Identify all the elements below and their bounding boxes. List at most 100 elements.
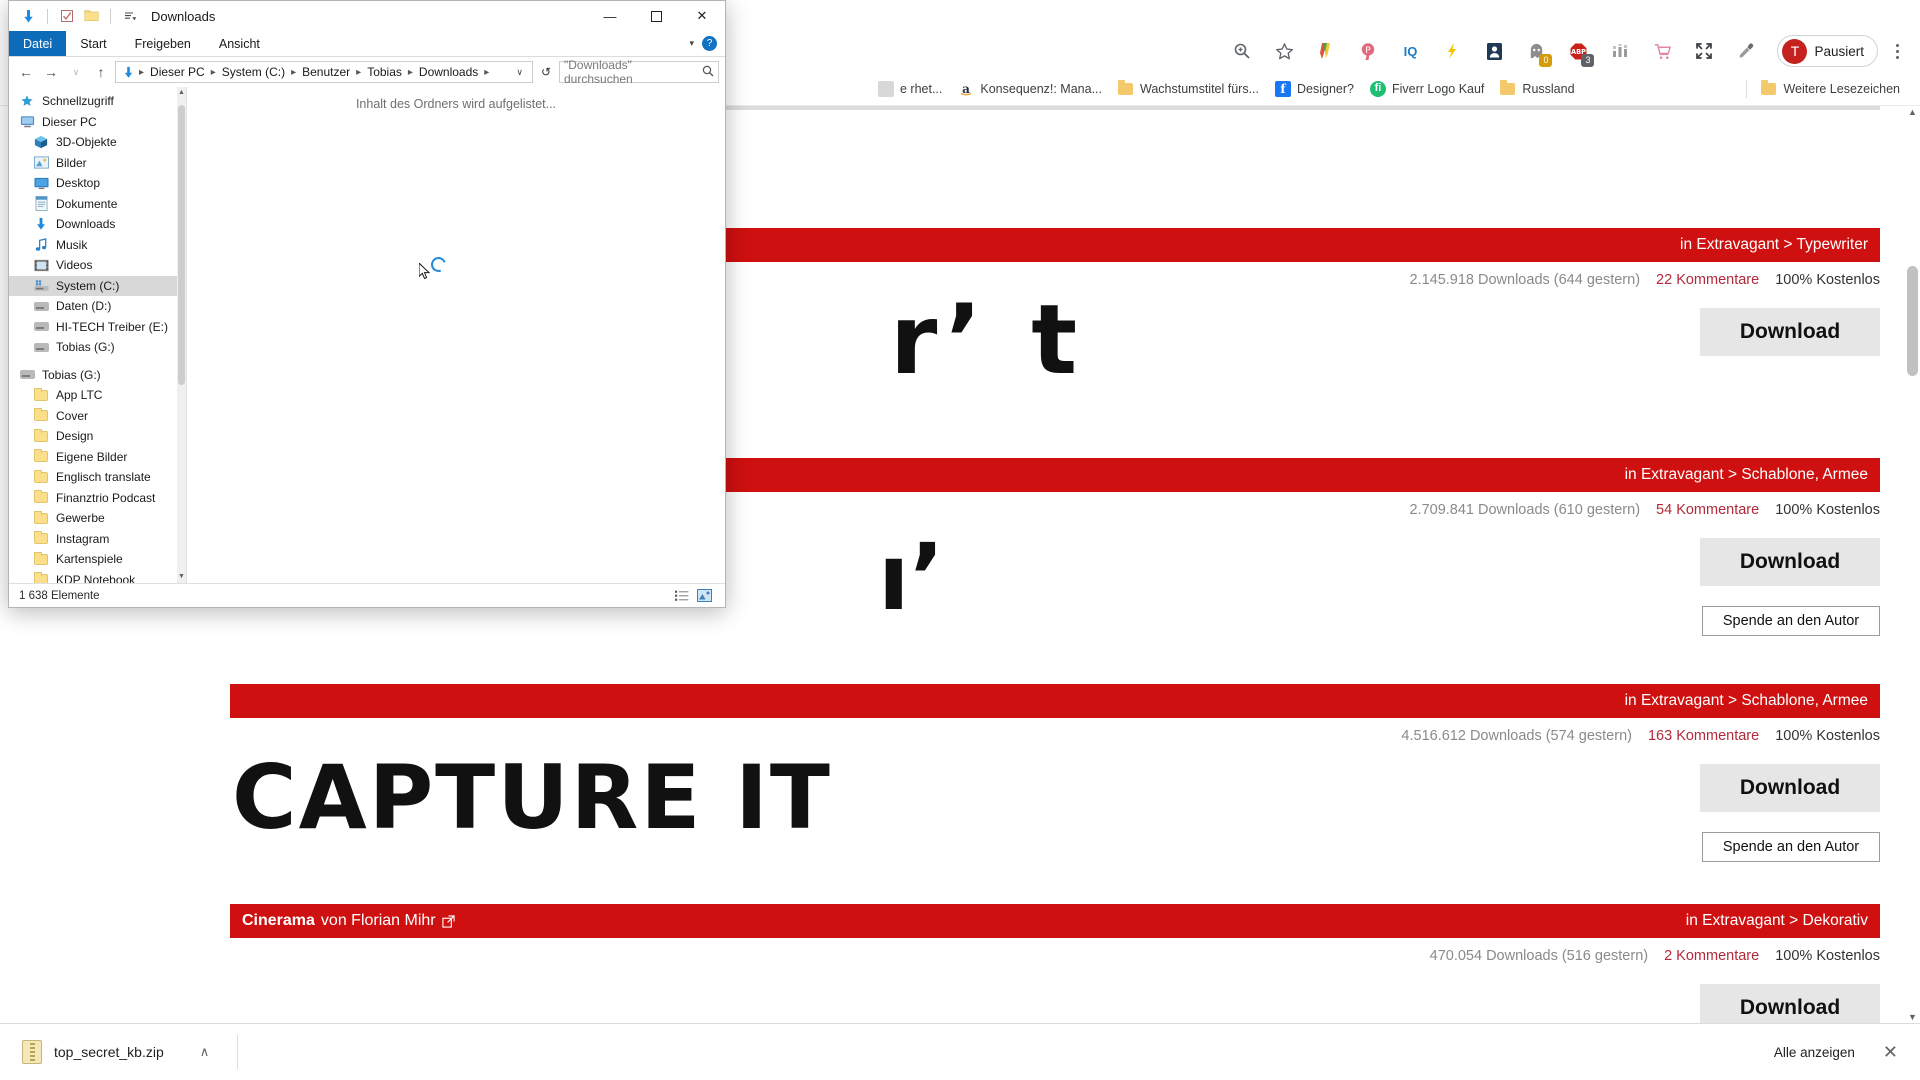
sidebar-item-downloads[interactable]: Downloads [9,214,177,235]
donate-button[interactable]: Spende an den Autor [1702,832,1880,862]
download-button[interactable]: Download [1700,764,1880,812]
font-category[interactable]: in Extravagant > Schablone, Armee [1625,466,1868,484]
forward-button[interactable]: → [40,61,62,83]
sidebar-item-eigene-bilder[interactable]: Eigene Bilder [9,447,177,468]
minimize-button[interactable]: — [587,1,633,31]
scroll-down-arrow-icon[interactable]: ▼ [1907,1011,1918,1023]
show-all-downloads-button[interactable]: Alle anzeigen [1759,1036,1869,1068]
iq-extension-icon[interactable]: IQ [1393,34,1427,68]
download-button[interactable]: Download [1700,308,1880,356]
browser-menu-kebab-icon[interactable] [1884,36,1910,66]
properties-icon[interactable] [57,7,76,26]
bookmark-item[interactable]: Wachstumstitel fürs... [1110,76,1267,102]
sidebar-item-videos[interactable]: Videos [9,255,177,276]
sidebar-item-englisch-translate[interactable]: Englisch translate [9,467,177,488]
font-category[interactable]: in Extravagant > Dekorativ [1686,912,1868,930]
sidebar-item-system-c[interactable]: System (C:) [9,275,177,296]
nav-scrollbar-thumb[interactable] [178,105,185,385]
scroll-up-arrow-icon[interactable]: ▲ [1907,106,1918,118]
ghostery-extension-icon[interactable]: 0 [1519,34,1553,68]
sidebar-item-design[interactable]: Design [9,426,177,447]
person-badge-extension-icon[interactable] [1477,34,1511,68]
close-button[interactable]: ✕ [679,1,725,31]
breadcrumb-item-tobias[interactable]: Tobias [364,65,405,79]
search-input[interactable]: "Downloads" durchsuchen [559,58,719,86]
font-name[interactable]: Cinerama [242,912,315,930]
nav-scroll-up-arrow-icon[interactable]: ▲ [177,87,186,99]
fullscreen-expand-icon[interactable] [1687,34,1721,68]
sidebar-item-finanztrio-podcast[interactable]: Finanztrio Podcast [9,488,177,509]
donate-button[interactable]: Spende an den Autor [1702,606,1880,636]
breadcrumb-history-caret-icon[interactable]: ∨ [511,67,528,78]
grammarly-extension-icon[interactable] [1309,34,1343,68]
sidebar-item-gewerbe[interactable]: Gewerbe [9,508,177,529]
download-button[interactable]: Download [1700,538,1880,586]
sidebar-item-bilder[interactable]: Bilder [9,153,177,174]
tab-ansicht[interactable]: Ansicht [205,31,274,56]
breadcrumb-item-dieser-pc[interactable]: Dieser PC [147,65,208,79]
download-button[interactable]: Download [1700,984,1880,1023]
sidebar-item-app-ltc[interactable]: App LTC [9,385,177,406]
search-icon[interactable] [702,65,714,80]
zoom-search-icon[interactable] [1225,34,1259,68]
bookmark-item[interactable]: f Designer? [1267,76,1362,102]
adblock-extension-icon[interactable]: ABP 3 [1561,34,1595,68]
sidebar-item-cover[interactable]: Cover [9,406,177,427]
page-scrollbar[interactable]: ▲ ▼ [1905,106,1920,1023]
customize-qat-caret-icon[interactable] [120,7,139,26]
sidebar-item-daten-d[interactable]: Daten (D:) [9,296,177,317]
scrollbar-thumb[interactable] [1907,266,1918,376]
refresh-button[interactable]: ↺ [536,65,556,79]
bookmark-item[interactable]: fi Fiverr Logo Kauf [1362,76,1492,102]
breadcrumb-item-system-c[interactable]: System (C:) [219,65,288,79]
help-icon[interactable]: ? [702,36,717,51]
up-button[interactable]: ↑ [90,61,112,83]
new-folder-icon[interactable] [82,7,101,26]
sidebar-item-musik[interactable]: Musik [9,235,177,256]
breadcrumb-item-benutzer[interactable]: Benutzer [299,65,353,79]
eyedropper-extension-icon[interactable] [1729,34,1763,68]
sidebar-item-instagram[interactable]: Instagram [9,529,177,550]
breadcrumb[interactable]: ▸ Dieser PC ▸ System (C:) ▸ Benutzer ▸ T… [115,61,533,83]
lightning-extension-icon[interactable] [1435,34,1469,68]
bookmark-item[interactable]: Russland [1492,76,1582,102]
ribbon-collapse-caret-icon[interactable]: ▾ [689,38,694,49]
sidebar-item-desktop[interactable]: Desktop [9,173,177,194]
download-item-menu-caret-icon[interactable]: ∧ [200,1044,210,1060]
comments-link[interactable]: 2 Kommentare [1664,948,1759,964]
comments-link[interactable]: 54 Kommentare [1656,502,1759,518]
maximize-button[interactable] [633,1,679,31]
file-list-area[interactable]: Inhalt des Ordners wird aufgelistet... [187,87,725,583]
bookmark-star-icon[interactable] [1267,34,1301,68]
sidebar-item-schnellzugriff[interactable]: Schnellzugriff [9,91,177,112]
sidebar-item-dokumente[interactable]: Dokumente [9,194,177,215]
back-button[interactable]: ← [15,61,37,83]
sidebar-item-tobias-g-root[interactable]: Tobias (G:) [9,365,177,386]
explorer-title-bar[interactable]: Downloads — ✕ [9,1,725,31]
bookmark-item[interactable]: e rhet... [870,76,950,102]
tab-start[interactable]: Start [66,31,120,56]
profile-pill[interactable]: T Pausiert [1777,35,1878,67]
sidebar-item-3d-objekte[interactable]: 3D-Objekte [9,132,177,153]
tab-datei[interactable]: Datei [9,31,67,56]
download-item[interactable]: top_secret_kb.zip ∧ [8,1031,223,1073]
close-shelf-icon[interactable]: ✕ [1869,1042,1920,1063]
sidebar-item-dieser-pc[interactable]: Dieser PC [9,112,177,133]
breadcrumb-item-downloads[interactable]: Downloads [416,65,481,79]
bookmark-overflow-folder[interactable]: Weitere Lesezeichen [1753,76,1908,102]
nav-scroll-down-arrow-icon[interactable]: ▼ [177,571,186,583]
sidebar-item-tobias-g[interactable]: Tobias (G:) [9,337,177,358]
navigation-scrollbar[interactable]: ▲ ▼ [177,87,186,583]
sidebar-item-kartenspiele[interactable]: Kartenspiele [9,549,177,570]
grid-apps-extension-icon[interactable] [1603,34,1637,68]
details-view-button[interactable] [671,587,693,605]
comments-link[interactable]: 163 Kommentare [1648,728,1759,744]
sidebar-item-kdp-notebook[interactable]: KDP Notebook [9,570,177,583]
bookmark-item[interactable]: a Konsequenz!: Mana... [950,76,1110,102]
sidebar-item-hi-tech-treiber-e[interactable]: HI-TECH Treiber (E:) [9,317,177,338]
comments-link[interactable]: 22 Kommentare [1656,272,1759,288]
pinterest-extension-icon[interactable]: P [1351,34,1385,68]
large-icons-view-button[interactable] [693,587,715,605]
tab-freigeben[interactable]: Freigeben [121,31,205,56]
font-category[interactable]: in Extravagant > Typewriter [1680,236,1868,254]
